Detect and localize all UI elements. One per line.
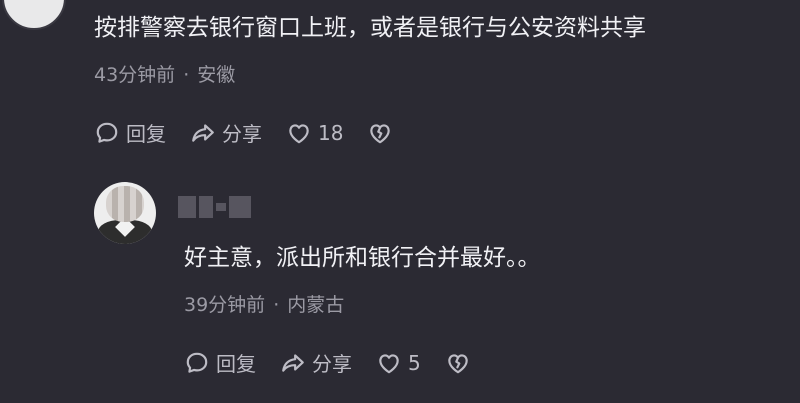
blur-block bbox=[229, 196, 251, 218]
heart-icon bbox=[289, 123, 309, 143]
reply-label: 回复 bbox=[126, 122, 166, 146]
comment-meta: 43分钟前 · 安徽 bbox=[94, 60, 235, 87]
dislike-button[interactable] bbox=[445, 350, 471, 376]
commenter-avatar[interactable] bbox=[2, 0, 66, 30]
meta-separator: · bbox=[183, 64, 190, 86]
share-arrow-icon bbox=[282, 353, 304, 372]
share-label: 分享 bbox=[312, 352, 352, 376]
share-button[interactable]: 分享 bbox=[280, 348, 352, 377]
reply-username-blurred[interactable] bbox=[178, 196, 260, 218]
blur-block bbox=[199, 196, 213, 218]
comment-bubble-icon bbox=[96, 122, 118, 143]
reply-label: 回复 bbox=[216, 352, 256, 376]
reply-meta: 39分钟前 · 内蒙古 bbox=[184, 290, 344, 317]
comment-time: 43分钟前 bbox=[94, 64, 176, 86]
reply-time: 39分钟前 bbox=[184, 294, 266, 316]
broken-heart-icon bbox=[370, 123, 391, 143]
comment-bubble-icon bbox=[186, 352, 208, 373]
comment-location: 安徽 bbox=[197, 64, 236, 86]
reply-button[interactable]: 回复 bbox=[184, 348, 256, 377]
heart-icon bbox=[379, 353, 399, 373]
blur-block bbox=[216, 203, 226, 211]
reply-location: 内蒙古 bbox=[287, 294, 345, 316]
share-arrow-icon bbox=[192, 123, 214, 142]
like-count: 18 bbox=[318, 120, 344, 145]
like-button[interactable]: 18 bbox=[286, 120, 343, 146]
reply-actions: 回复 分享 5 bbox=[184, 348, 495, 377]
share-button[interactable]: 分享 bbox=[190, 118, 262, 147]
meta-separator: · bbox=[273, 294, 280, 316]
dislike-button[interactable] bbox=[367, 120, 393, 146]
like-button[interactable]: 5 bbox=[376, 350, 421, 376]
reply-text: 好主意，派出所和银行合并最好。。 bbox=[184, 245, 541, 271]
blur-block bbox=[178, 196, 196, 218]
broken-heart-icon bbox=[447, 353, 468, 373]
reply-button[interactable]: 回复 bbox=[94, 118, 166, 147]
reply-avatar[interactable] bbox=[94, 182, 156, 244]
comment-text: 按排警察去银行窗口上班，或者是银行与公安资料共享 bbox=[94, 15, 646, 41]
comment-actions: 回复 分享 18 bbox=[94, 118, 417, 147]
like-count: 5 bbox=[408, 350, 421, 375]
share-label: 分享 bbox=[222, 122, 262, 146]
avatar-blurred-face bbox=[106, 186, 144, 222]
